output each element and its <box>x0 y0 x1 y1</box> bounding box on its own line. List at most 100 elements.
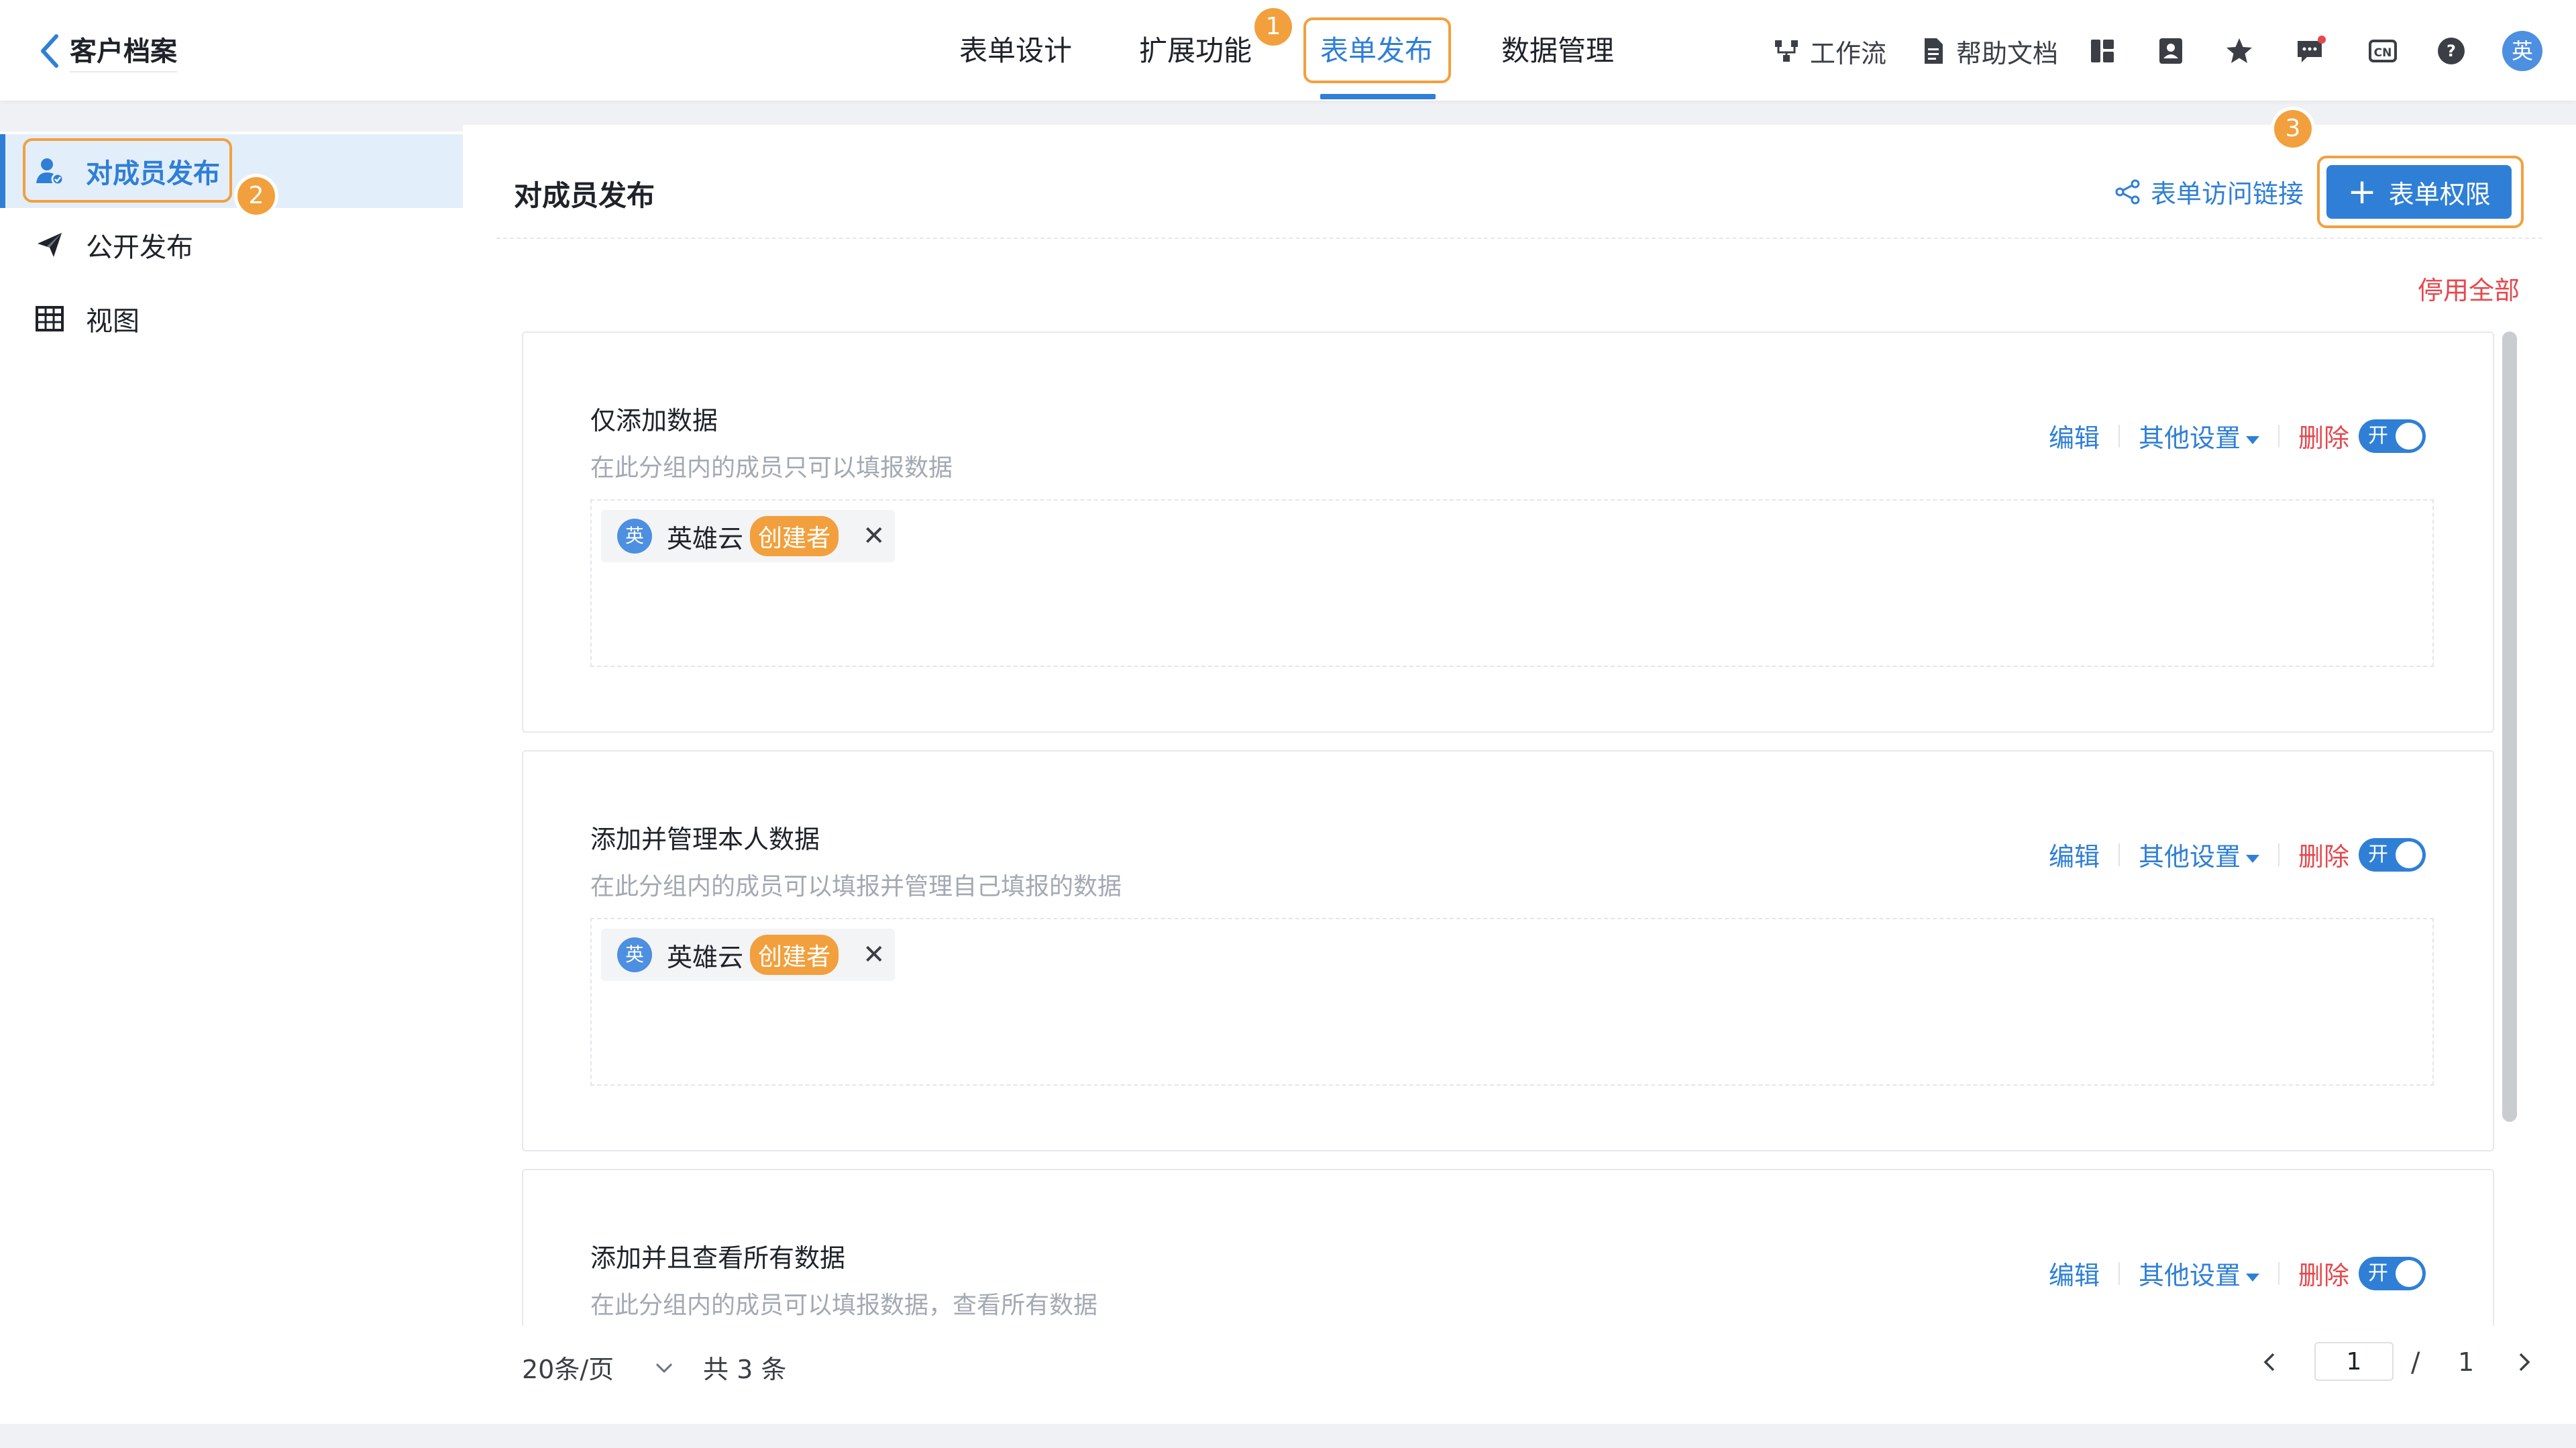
add-form-permission-button[interactable]: + 表单权限 <box>2326 165 2512 219</box>
member-list[interactable]: 英 英雄云 创建者 ✕ <box>590 499 2434 667</box>
page-separator: / <box>2411 1347 2420 1378</box>
step-badge-2: 2 <box>237 177 275 215</box>
top-header: 客户档案 表单设计 扩展功能 表单发布 数据管理 1 工作流 帮助文档 CN ?… <box>0 0 2576 101</box>
tab-form-design[interactable]: 表单设计 <box>959 30 1072 72</box>
next-page-icon[interactable] <box>2509 1347 2538 1377</box>
sidebar: 对成员发布 公开发布 视图 <box>0 132 463 1424</box>
toggle-label: 开 <box>2368 1261 2388 1285</box>
toggle-knob <box>2396 1259 2422 1287</box>
creator-badge: 创建者 <box>750 935 839 975</box>
enable-toggle[interactable]: 开 <box>2359 419 2426 453</box>
tab-highlight-frame <box>1303 17 1451 83</box>
form-access-link[interactable]: 表单访问链接 <box>2113 173 2304 210</box>
permission-group-card: 添加并且查看所有数据 在此分组内的成员可以填报数据，查看所有数据 编辑 其他设置… <box>522 1169 2494 1326</box>
tab-data-management[interactable]: 数据管理 <box>1501 30 1614 72</box>
page-size-select[interactable]: 20条/页 <box>522 1349 676 1386</box>
group-actions: 编辑 其他设置 删除 开 <box>2049 1255 2426 1292</box>
edit-button[interactable]: 编辑 <box>2049 417 2100 454</box>
other-settings-dropdown[interactable]: 其他设置 <box>2139 1255 2259 1292</box>
close-icon[interactable]: ✕ <box>863 521 885 552</box>
step-badge-3: 3 <box>2274 110 2312 148</box>
group-description: 在此分组内的成员可以填报并管理自己填报的数据 <box>590 873 1122 900</box>
app-title: 客户档案 <box>70 30 177 72</box>
share-icon <box>2115 179 2140 204</box>
sidebar-item-public-publish[interactable]: 公开发布 <box>0 208 463 282</box>
question-icon: ? <box>2438 38 2465 64</box>
plus-icon: + <box>2347 172 2377 212</box>
toggle-knob <box>2396 841 2422 868</box>
group-description: 在此分组内的成员可以填报数据，查看所有数据 <box>590 1292 1098 1319</box>
total-pages: 1 <box>2458 1347 2475 1377</box>
tab-active-indicator <box>1320 94 1436 99</box>
other-settings-dropdown[interactable]: 其他设置 <box>2139 836 2259 873</box>
permission-group-card: 仅添加数据 在此分组内的成员只可以填报数据 编辑 其他设置 删除 开 英 英雄云… <box>522 331 2494 733</box>
chevron-down-icon <box>656 1363 673 1373</box>
sidebar-item-view[interactable]: 视图 <box>0 282 463 356</box>
group-title: 添加并管理本人数据 <box>590 825 820 854</box>
back-button[interactable]: 客户档案 <box>38 30 177 72</box>
divider <box>2277 843 2279 866</box>
close-icon[interactable]: ✕ <box>863 939 885 970</box>
other-settings-label: 其他设置 <box>2138 423 2241 453</box>
enable-toggle[interactable]: 开 <box>2359 1256 2426 1290</box>
group-title: 添加并且查看所有数据 <box>590 1243 846 1273</box>
help-docs-label: 帮助文档 <box>1956 38 2059 68</box>
divider <box>2118 1261 2120 1285</box>
prev-page-icon[interactable] <box>2255 1347 2285 1377</box>
svg-text:CN: CN <box>2374 46 2392 60</box>
main-panel: 对成员发布 表单访问链接 + 表单权限 3 停用全部 仅添加数据 在此分组内的成… <box>463 110 2576 1424</box>
member-list[interactable]: 英 英雄云 创建者 ✕ <box>590 918 2434 1086</box>
group-description: 在此分组内的成员只可以填报数据 <box>590 454 953 482</box>
member-avatar: 英 <box>617 519 652 554</box>
page-size-label: 20条/页 <box>522 1355 614 1384</box>
contact-card-icon <box>2159 38 2182 64</box>
page-title: 对成员发布 <box>514 179 655 212</box>
other-settings-label: 其他设置 <box>2138 1261 2241 1290</box>
group-actions: 编辑 其他设置 删除 开 <box>2049 417 2426 454</box>
layout-button[interactable] <box>2082 31 2123 71</box>
divider <box>2277 1261 2279 1285</box>
user-avatar[interactable]: 英 <box>2502 31 2542 71</box>
member-name: 英雄云 <box>667 523 744 554</box>
header-divider <box>496 238 2542 239</box>
sidebar-item-label: 视图 <box>86 306 140 337</box>
other-settings-dropdown[interactable]: 其他设置 <box>2139 417 2259 454</box>
edit-button[interactable]: 编辑 <box>2049 1255 2100 1292</box>
delete-button[interactable]: 删除 <box>2298 1255 2349 1292</box>
creator-badge: 创建者 <box>750 516 839 556</box>
caret-down-icon <box>2245 1273 2259 1282</box>
language-cn-icon: CN <box>2369 40 2397 62</box>
toggle-knob <box>2396 422 2422 450</box>
toggle-label: 开 <box>2368 423 2388 448</box>
group-actions: 编辑 其他设置 删除 开 <box>2049 836 2426 873</box>
favorites-button[interactable] <box>2219 31 2259 71</box>
member-tag: 英 英雄云 创建者 ✕ <box>601 929 895 981</box>
step-badge-1: 1 <box>1254 8 1292 46</box>
help-docs-button[interactable]: 帮助文档 <box>1919 31 2058 71</box>
enable-toggle[interactable]: 开 <box>2359 837 2426 872</box>
workflow-label: 工作流 <box>1810 38 1887 68</box>
member-avatar: 英 <box>617 937 652 972</box>
tab-extensions[interactable]: 扩展功能 <box>1139 30 1252 72</box>
svg-text:?: ? <box>2447 42 2456 60</box>
other-settings-label: 其他设置 <box>2138 842 2241 872</box>
delete-button[interactable]: 删除 <box>2298 417 2349 454</box>
contacts-button[interactable] <box>2151 31 2191 71</box>
current-page-input[interactable] <box>2314 1342 2394 1381</box>
message-icon <box>2298 36 2326 62</box>
content-scrollbar[interactable] <box>2502 331 2517 1122</box>
star-icon <box>2226 38 2252 63</box>
pagination-bar: 20条/页 共 3 条 / 1 <box>463 1326 2576 1424</box>
edit-button[interactable]: 编辑 <box>2049 836 2100 873</box>
divider <box>2118 424 2120 448</box>
total-count: 共 3 条 <box>703 1355 787 1384</box>
language-button[interactable]: CN <box>2363 31 2403 71</box>
disable-all-link[interactable]: 停用全部 <box>2418 270 2520 307</box>
delete-button[interactable]: 删除 <box>2298 836 2349 873</box>
help-button[interactable]: ? <box>2431 31 2471 71</box>
divider <box>2277 424 2279 448</box>
workflow-button[interactable]: 工作流 <box>1772 31 1886 71</box>
caret-down-icon <box>2245 854 2259 863</box>
group-title: 仅添加数据 <box>590 406 718 435</box>
messages-button[interactable] <box>2290 31 2330 71</box>
